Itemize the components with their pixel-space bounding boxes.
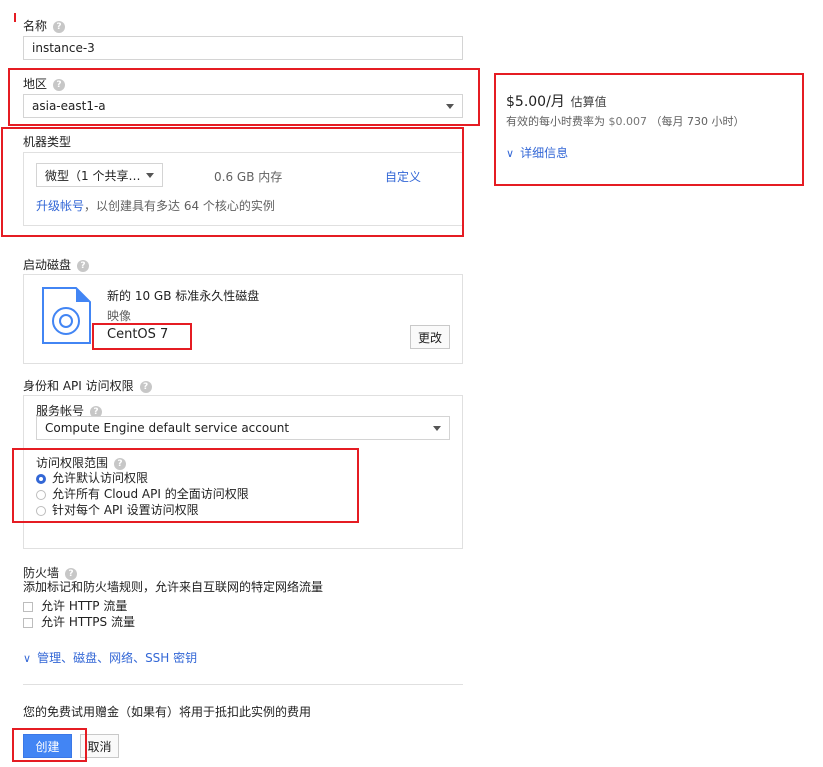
upgrade-row: 升级帐号，以创建具有多达 64 个核心的实例 bbox=[36, 197, 275, 214]
image-label: 映像 bbox=[107, 309, 132, 323]
highlight-box-pricing bbox=[494, 73, 804, 186]
name-label: 名称? bbox=[23, 17, 66, 34]
disk-icon bbox=[42, 287, 91, 344]
change-image-button[interactable]: 更改 bbox=[410, 325, 450, 349]
hourly-rate: $0.007 bbox=[608, 115, 648, 128]
estimate-label: 估算值 bbox=[570, 95, 607, 109]
service-account-select[interactable]: Compute Engine default service account bbox=[36, 416, 450, 440]
boot-disk-label: 启动磁盘? bbox=[23, 256, 90, 273]
memory-text: 0.6 GB 内存 bbox=[214, 170, 283, 184]
help-icon[interactable]: ? bbox=[77, 259, 90, 272]
divider bbox=[23, 684, 463, 685]
image-value: CentOS 7 bbox=[107, 327, 169, 342]
identity-label: 身份和 API 访问权限? bbox=[23, 377, 152, 394]
machine-type-select[interactable]: 微型（1 个共享… bbox=[36, 163, 163, 187]
caret-down-icon bbox=[446, 103, 454, 109]
credit-note: 您的免费试用赠金（如果有）将用于抵扣此实例的费用 bbox=[23, 705, 312, 719]
firewall-description: 添加标记和防火墙规则，允许来自互联网的特定网络流量 bbox=[23, 580, 324, 594]
price-row: $5.00/月 估算值 bbox=[506, 91, 607, 111]
allow-https-checkbox[interactable]: 允许 HTTPS 流量 bbox=[23, 613, 135, 630]
checkbox-icon[interactable] bbox=[23, 601, 33, 612]
allow-http-checkbox[interactable]: 允许 HTTP 流量 bbox=[23, 597, 127, 614]
top-accent-mark bbox=[14, 13, 16, 22]
radio-selected-icon[interactable] bbox=[36, 473, 46, 484]
disk-description: 新的 10 GB 标准永久性磁盘 bbox=[107, 289, 260, 303]
upgrade-text: ，以创建具有多达 64 个核心的实例 bbox=[84, 199, 275, 213]
monthly-price: $5.00/月 bbox=[506, 94, 565, 110]
radio-icon[interactable] bbox=[36, 505, 46, 516]
upgrade-account-link[interactable]: 升级帐号 bbox=[36, 199, 84, 213]
chevron-down-icon: ∨ bbox=[506, 147, 515, 160]
caret-down-icon bbox=[146, 172, 154, 178]
machine-type-label: 机器类型 bbox=[23, 135, 72, 149]
customize-link[interactable]: 自定义 bbox=[385, 168, 421, 185]
help-icon[interactable]: ? bbox=[139, 380, 152, 393]
region-select[interactable]: asia-east1-a bbox=[23, 94, 463, 118]
advanced-options-toggle[interactable]: ∨ 管理、磁盘、网络、SSH 密钥 bbox=[23, 649, 197, 666]
create-button[interactable]: 创建 bbox=[23, 734, 72, 758]
region-label: 地区? bbox=[23, 75, 66, 92]
chevron-down-icon: ∨ bbox=[23, 652, 32, 665]
caret-down-icon bbox=[433, 425, 441, 431]
hourly-rate-row: 有效的每小时费率为 $0.007 （每月 730 小时） bbox=[506, 115, 745, 128]
scope-option-default[interactable]: 允许默认访问权限 bbox=[36, 469, 148, 486]
scope-option-full[interactable]: 允许所有 Cloud API 的全面访问权限 bbox=[36, 485, 249, 502]
radio-icon[interactable] bbox=[36, 489, 46, 500]
pricing-details-toggle[interactable]: ∨ 详细信息 bbox=[506, 144, 568, 161]
name-input[interactable]: instance-3 bbox=[23, 36, 463, 60]
help-icon[interactable]: ? bbox=[53, 20, 66, 33]
help-icon[interactable]: ? bbox=[53, 78, 66, 91]
scope-option-per-api[interactable]: 针对每个 API 设置访问权限 bbox=[36, 501, 199, 518]
cancel-button[interactable]: 取消 bbox=[80, 734, 119, 758]
checkbox-icon[interactable] bbox=[23, 617, 33, 628]
help-icon[interactable]: ? bbox=[114, 457, 127, 470]
